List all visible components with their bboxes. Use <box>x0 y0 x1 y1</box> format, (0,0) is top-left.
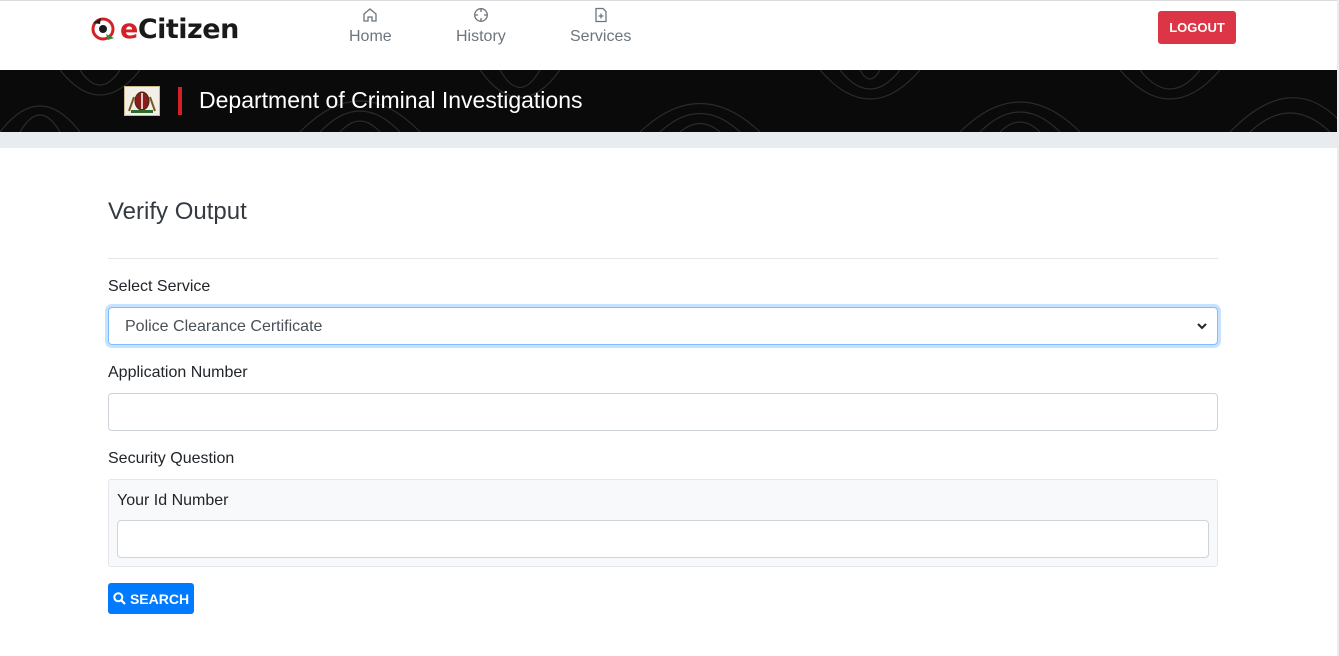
page-title: Verify Output <box>108 198 247 225</box>
history-icon <box>473 5 489 25</box>
nav-home[interactable]: Home <box>349 5 392 46</box>
chevron-down-icon <box>1195 319 1209 338</box>
application-number-label: Application Number <box>108 364 248 381</box>
nav-history-label: History <box>456 28 506 45</box>
service-selected-value: Police Clearance Certificate <box>125 318 323 335</box>
id-number-input[interactable] <box>117 520 1209 558</box>
title-divider <box>108 258 1218 259</box>
search-button[interactable]: SEARCH <box>108 583 194 614</box>
ecitizen-logo-icon <box>91 17 115 41</box>
service-select[interactable]: Police Clearance Certificate <box>108 307 1218 345</box>
nav-services-label: Services <box>570 28 632 45</box>
nav-history[interactable]: History <box>456 5 506 46</box>
search-icon <box>113 592 126 605</box>
security-question-label: Security Question <box>108 450 235 467</box>
services-icon <box>593 5 609 25</box>
search-button-label: SEARCH <box>129 590 190 607</box>
banner-divider <box>178 87 182 115</box>
select-service-label: Select Service <box>108 278 211 295</box>
nav-home-label: Home <box>349 28 392 45</box>
kenya-coat-of-arms-icon <box>124 86 160 116</box>
ecitizen-logo[interactable]: eCitizen <box>88 12 239 46</box>
logo-text: eCitizen <box>120 13 239 45</box>
home-icon <box>362 5 378 25</box>
banner-underline <box>0 132 1339 148</box>
id-number-label: Your Id Number <box>117 492 229 509</box>
security-question-box: Your Id Number <box>108 479 1218 567</box>
department-banner: Department of Criminal Investigations <box>0 70 1339 132</box>
department-title: Department of Criminal Investigations <box>199 87 583 113</box>
logout-button[interactable]: LOGOUT <box>1158 11 1236 44</box>
nav-services[interactable]: Services <box>570 5 631 46</box>
application-number-input[interactable] <box>108 393 1218 431</box>
top-navbar: eCitizen Home History Services LOGOUT <box>0 0 1339 70</box>
